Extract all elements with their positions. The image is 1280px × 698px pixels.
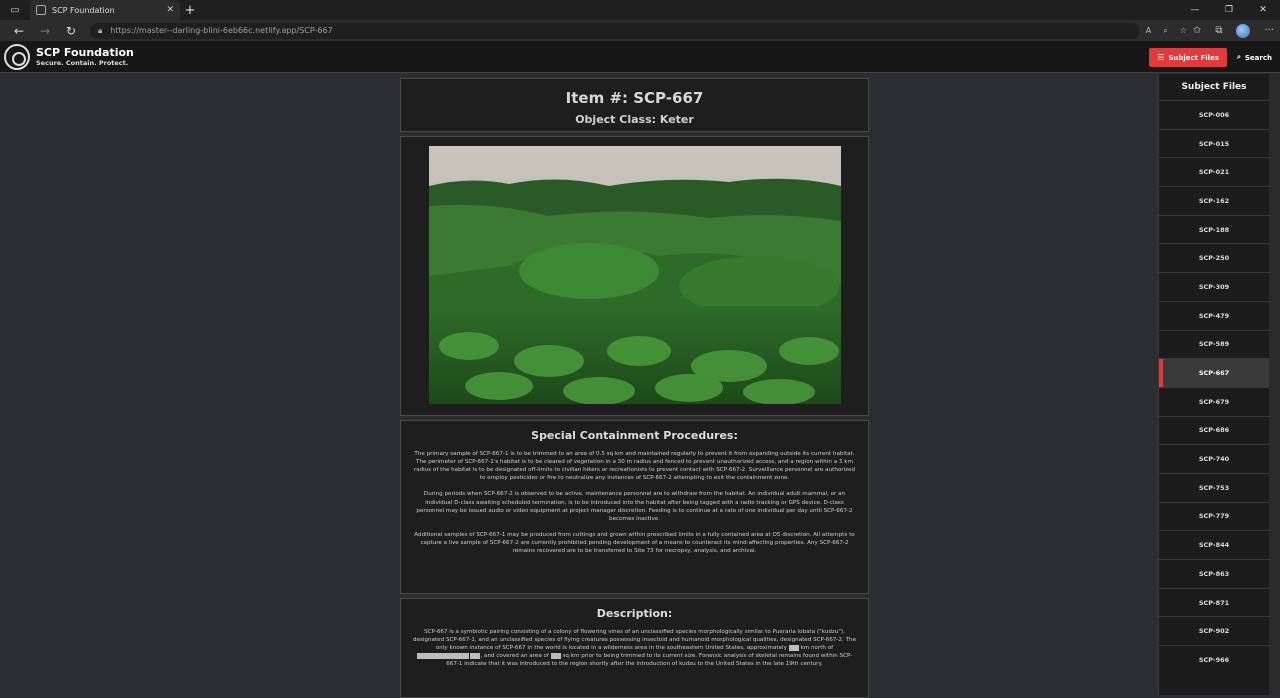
kudzu-photo <box>429 146 841 404</box>
favorites-icon[interactable]: ✩ <box>1193 25 1201 36</box>
window-controls: — ❐ ✕ <box>1178 0 1280 20</box>
page-scrollbar[interactable] <box>1269 74 1280 695</box>
image-card <box>400 136 869 416</box>
sidebar-item-scp-863[interactable]: SCP-863 <box>1159 559 1269 588</box>
sidebar-item-scp-902[interactable]: SCP-902 <box>1159 616 1269 645</box>
read-aloud-icon[interactable]: A <box>1146 26 1151 36</box>
item-header-card: Item #: SCP-667 Object Class: Keter <box>400 78 869 132</box>
sidebar-title: Subject Files <box>1181 82 1247 92</box>
sidebar-item-scp-679[interactable]: SCP-679 <box>1159 386 1269 416</box>
restore-icon[interactable]: ❐ <box>1212 0 1246 20</box>
lock-icon[interactable]: 🔒︎ <box>98 26 102 36</box>
more-menu-icon[interactable]: ··· <box>1264 25 1274 36</box>
procedures-paragraph: Additional samples of SCP-667-1 may be p… <box>414 531 855 555</box>
redaction-block <box>550 652 561 659</box>
subject-files-button[interactable]: ☰ Subject Files <box>1149 48 1227 67</box>
url-actions: A ⌕ ☆ <box>1146 26 1187 36</box>
browser-address-bar: ← → ↻ 🔒︎ https://master--darling-blini-6… <box>0 20 1280 42</box>
sidebar-list: SCP-006 SCP-015 SCP-021 SCP-162 SCP-188 … <box>1159 100 1269 674</box>
sidebar-item-scp-479[interactable]: SCP-479 <box>1159 300 1269 330</box>
page-icon <box>36 5 46 15</box>
sidebar-item-scp-250[interactable]: SCP-250 <box>1159 243 1269 272</box>
menu-icon: ☰ <box>1157 53 1165 62</box>
browser-tab[interactable]: SCP Foundation ✕ <box>30 0 180 20</box>
description-paragraph: SCP-667 is a symbiotic pairing consistin… <box>411 628 858 669</box>
object-class: Object Class: Keter <box>575 113 694 126</box>
profile-avatar[interactable] <box>1236 23 1251 38</box>
sidebar-item-scp-309[interactable]: SCP-309 <box>1159 272 1269 301</box>
sidebar-item-scp-162[interactable]: SCP-162 <box>1159 186 1269 215</box>
close-tab-icon[interactable]: ✕ <box>166 5 174 15</box>
url-path: /SCP-667 <box>296 26 333 35</box>
url-host: https://master--darling-blini-6eb66c.net… <box>110 26 297 35</box>
procedures-paragraph: The primary sample of SCP-667-1 is to be… <box>413 451 856 482</box>
sidebar-item-scp-779[interactable]: SCP-779 <box>1159 501 1269 531</box>
back-icon[interactable]: ← <box>6 24 32 38</box>
refresh-icon[interactable]: ↻ <box>58 24 84 38</box>
sidebar-item-scp-753[interactable]: SCP-753 <box>1159 472 1269 502</box>
url-field[interactable]: 🔒︎ https://master--darling-blini-6eb66c.… <box>90 22 1140 39</box>
description-text: , and covered an area of <box>480 653 549 660</box>
description-heading: Description: <box>596 607 673 620</box>
containment-procedures-card: Special Containment Procedures: The prim… <box>400 420 869 594</box>
close-window-icon[interactable]: ✕ <box>1246 0 1280 20</box>
sidebar-item-scp-006[interactable]: SCP-006 <box>1159 100 1269 129</box>
redaction-block <box>788 644 799 651</box>
collections-icon[interactable]: ⧉ <box>1215 25 1222 36</box>
zoom-icon[interactable]: ⌕ <box>1163 26 1167 36</box>
procedures-heading: Special Containment Procedures: <box>531 429 738 442</box>
sidebar-item-scp-021[interactable]: SCP-021 <box>1159 157 1269 186</box>
redaction-block <box>416 652 469 659</box>
brand[interactable]: SCP Foundation Secure. Contain. Protect. <box>36 47 134 67</box>
favorite-add-icon[interactable]: ☆ <box>1180 26 1187 36</box>
brand-motto: Secure. Contain. Protect. <box>36 59 129 68</box>
minimize-icon[interactable]: — <box>1178 0 1212 20</box>
sidebar-item-scp-667[interactable]: SCP-667 <box>1159 358 1269 387</box>
browser-toolbar: ✩ ⧉ ··· <box>1193 23 1274 38</box>
sidebar-item-scp-015[interactable]: SCP-015 <box>1159 128 1269 158</box>
scp-logo-icon[interactable] <box>4 44 30 70</box>
main-content: Item #: SCP-667 Object Class: Keter Spec… <box>0 74 1158 698</box>
subject-files-sidebar: Subject Files SCP-006 SCP-015 SCP-021 SC… <box>1158 74 1269 695</box>
procedures-paragraph: During periods when SCP-667-2 is observe… <box>416 491 853 522</box>
description-card: Description: SCP-667 is a symbiotic pair… <box>400 598 869 698</box>
description-text: km north of <box>800 645 834 652</box>
tab-title: SCP Foundation <box>52 5 115 15</box>
sidebar-item-scp-844[interactable]: SCP-844 <box>1159 530 1269 559</box>
forward-icon[interactable]: → <box>32 24 58 38</box>
sidebar-item-scp-966[interactable]: SCP-966 <box>1159 645 1269 674</box>
new-tab-button[interactable]: + <box>180 3 200 18</box>
window-menu-icon[interactable]: ▭ <box>0 0 30 20</box>
subject-files-label: Subject Files <box>1168 53 1219 62</box>
sidebar-item-scp-871[interactable]: SCP-871 <box>1159 587 1269 617</box>
site-header: SCP Foundation Secure. Contain. Protect.… <box>0 42 1280 73</box>
sidebar-item-scp-589[interactable]: SCP-589 <box>1159 329 1269 359</box>
sidebar-item-scp-188[interactable]: SCP-188 <box>1159 214 1269 244</box>
brand-name: SCP Foundation <box>36 46 134 60</box>
sidebar-item-scp-686[interactable]: SCP-686 <box>1159 415 1269 445</box>
redaction-block <box>470 652 481 659</box>
browser-tab-bar: ▭ SCP Foundation ✕ + — ❐ ✕ <box>0 0 1280 20</box>
search-button[interactable]: ⌕ Search <box>1237 53 1272 62</box>
search-label: Search <box>1244 53 1272 62</box>
sidebar-item-scp-740[interactable]: SCP-740 <box>1159 444 1269 473</box>
item-title: Item #: SCP-667 <box>565 89 704 107</box>
search-icon: ⌕ <box>1236 53 1241 61</box>
